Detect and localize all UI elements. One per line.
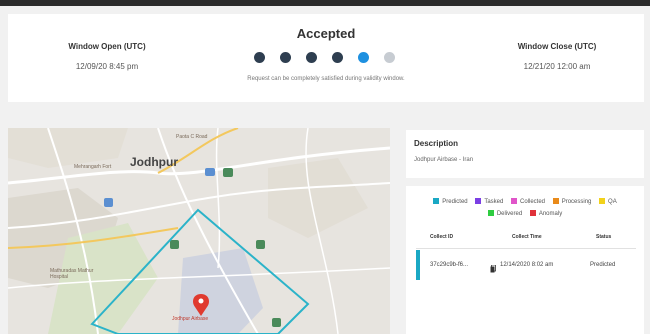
cell-status: Predicted — [590, 262, 616, 268]
legend-label: Anomaly — [538, 211, 563, 217]
legend-label: Predicted — [442, 199, 468, 205]
legend-item-qa: QA — [599, 196, 617, 208]
legend-swatch — [599, 198, 606, 204]
progress-step-2 — [280, 52, 291, 63]
column-header-collect-time[interactable]: Collect Time — [512, 234, 542, 240]
legend-swatch — [552, 198, 559, 204]
legend-swatch — [487, 210, 494, 216]
legend-label: Delivered — [496, 211, 523, 217]
collects-card: Predicted Tasked Collected Processing QA… — [406, 186, 644, 334]
legend-swatch — [475, 198, 482, 204]
description-card: Description Jodhpur Airbase - Iran — [406, 130, 644, 178]
cell-collect-id: 37c29c9b-f6... — [430, 262, 469, 268]
legend-item-anomaly: Anomaly — [529, 208, 563, 220]
row-status-accent — [416, 250, 420, 280]
map-label-fort: Mehrangarh Fort — [74, 164, 112, 170]
window-close-label: Window Close (UTC) — [517, 42, 597, 51]
map-label-road: Paota C Road — [176, 134, 208, 140]
description-text: Jodhpur Airbase - Iran — [414, 157, 474, 163]
legend-label: QA — [608, 199, 617, 205]
copy-icon[interactable] — [490, 260, 496, 273]
legend-item-delivered: Delivered — [487, 208, 523, 220]
progress-step-5 — [358, 52, 369, 63]
legend-item-collected: Collected — [511, 196, 545, 208]
description-title: Description — [414, 139, 459, 148]
legend-item-tasked: Tasked — [475, 196, 503, 208]
window-open-value: 12/09/20 8:45 pm — [75, 62, 139, 71]
legend-item-processing: Processing — [552, 196, 592, 208]
column-header-collect-id[interactable]: Collect ID — [430, 234, 453, 240]
status-legend: Predicted Tasked Collected Processing QA… — [414, 196, 636, 220]
progress-step-4 — [332, 52, 343, 63]
legend-label: Processing — [561, 199, 592, 205]
legend-swatch — [529, 210, 536, 216]
map-base-layer — [8, 128, 390, 334]
request-status-card: Window Open (UTC) 12/09/20 8:45 pm Accep… — [8, 14, 644, 102]
legend-label: Collected — [520, 199, 546, 205]
status-title: Accepted — [296, 26, 356, 41]
column-header-status[interactable]: Status — [596, 234, 611, 240]
map-city-label: Jodhpur — [130, 155, 178, 169]
legend-swatch — [433, 198, 440, 204]
window-close-value: 12/21/20 12:00 am — [523, 62, 591, 71]
legend-label: Tasked — [484, 199, 504, 205]
map-label-hospital: Mathuradas Mathur Hospital — [50, 268, 94, 280]
legend-swatch — [511, 198, 517, 204]
status-message: Request can be completely satisfied duri… — [247, 76, 405, 82]
table-divider — [416, 248, 636, 249]
progress-step-3 — [306, 52, 317, 63]
map-view[interactable]: Jodhpur Mehrangarh Fort Mathuradas Mathu… — [8, 128, 390, 334]
map-airbase-label: Jodhpur Airbase — [172, 316, 209, 322]
legend-item-predicted: Predicted — [433, 196, 468, 208]
table-row[interactable]: 37c29c9b-f6... 12/14/2020 8:02 am Predic… — [414, 250, 636, 280]
cell-collect-time: 12/14/2020 8:02 am — [500, 262, 554, 268]
progress-step-1 — [254, 52, 265, 63]
collects-table-header: Collect ID Collect Time Status — [414, 234, 636, 248]
progress-step-6 — [384, 52, 395, 63]
status-progress-dots — [254, 52, 395, 64]
window-open-label: Window Open (UTC) — [68, 42, 146, 51]
